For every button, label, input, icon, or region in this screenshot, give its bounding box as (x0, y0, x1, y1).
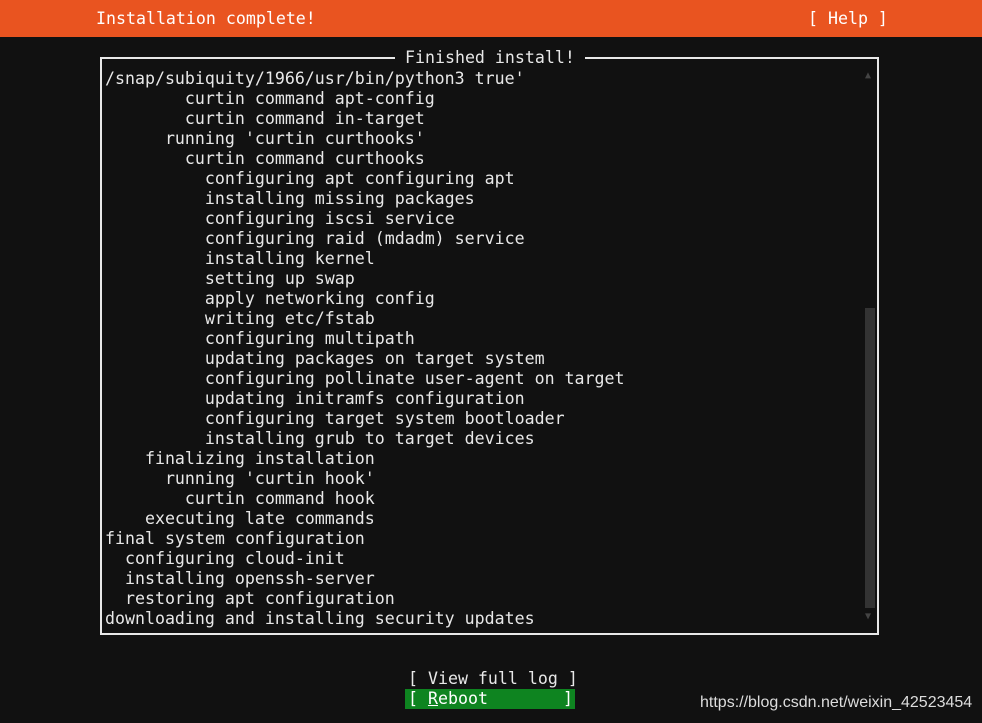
log-line: curtin command curthooks (105, 149, 425, 168)
watermark: https://blog.csdn.net/weixin_42523454 (700, 694, 973, 711)
help-button[interactable]: [ Help ] (808, 9, 888, 28)
log-line: curtin command apt-config (105, 89, 435, 108)
log-line: configuring raid (mdadm) service (105, 229, 525, 248)
reboot-button[interactable]: [ Reboot] (405, 689, 575, 709)
log-line: configuring multipath (105, 329, 415, 348)
reboot-open-bracket: [ (408, 689, 428, 708)
log-line: installing openssh-server (105, 569, 375, 588)
log-line: final system configuration (105, 529, 365, 548)
scrollbar-thumb[interactable] (865, 308, 875, 608)
log-line: apply networking config (105, 289, 435, 308)
view-full-log-button[interactable]: [ View full log ] (405, 669, 578, 689)
log-line: downloading and installing security upda… (105, 609, 535, 628)
log-line: configuring target system bootloader (105, 409, 565, 428)
log-line: installing missing packages (105, 189, 475, 208)
log-line: /snap/subiquity/1966/usr/bin/python3 tru… (105, 69, 525, 88)
log-line: installing grub to target devices (105, 429, 535, 448)
log-line: executing late commands (105, 509, 375, 528)
log-line: finalizing installation (105, 449, 375, 468)
log-line: setting up swap (105, 269, 355, 288)
reboot-label: eboot (437, 689, 488, 708)
log-line: updating initramfs configuration (105, 389, 525, 408)
log-line: configuring iscsi service (105, 209, 455, 228)
log-line: writing etc/fstab (105, 309, 375, 328)
header-title: Installation complete! (96, 9, 316, 28)
log-line: curtin command in-target (105, 109, 425, 128)
reboot-close-bracket: ] (563, 689, 573, 708)
install-log: /snap/subiquity/1966/usr/bin/python3 tru… (105, 69, 625, 629)
reboot-hotkey: R (427, 689, 438, 708)
log-line: running 'curtin hook' (105, 469, 375, 488)
log-line: installing kernel (105, 249, 375, 268)
dialog-title: Finished install! (395, 48, 585, 68)
log-line: configuring pollinate user-agent on targ… (105, 369, 625, 388)
log-line: running 'curtin curthooks' (105, 129, 425, 148)
log-line: updating packages on target system (105, 349, 545, 368)
log-line: configuring cloud-init (105, 549, 345, 568)
log-line: restoring apt configuration (105, 589, 395, 608)
header-bar: Installation complete! [ Help ] (0, 0, 982, 37)
scroll-up-arrow-icon[interactable]: ▲ (865, 70, 871, 81)
log-line: curtin command hook (105, 489, 375, 508)
scroll-down-arrow-icon[interactable]: ▼ (865, 611, 871, 622)
log-line: configuring apt configuring apt (105, 169, 515, 188)
